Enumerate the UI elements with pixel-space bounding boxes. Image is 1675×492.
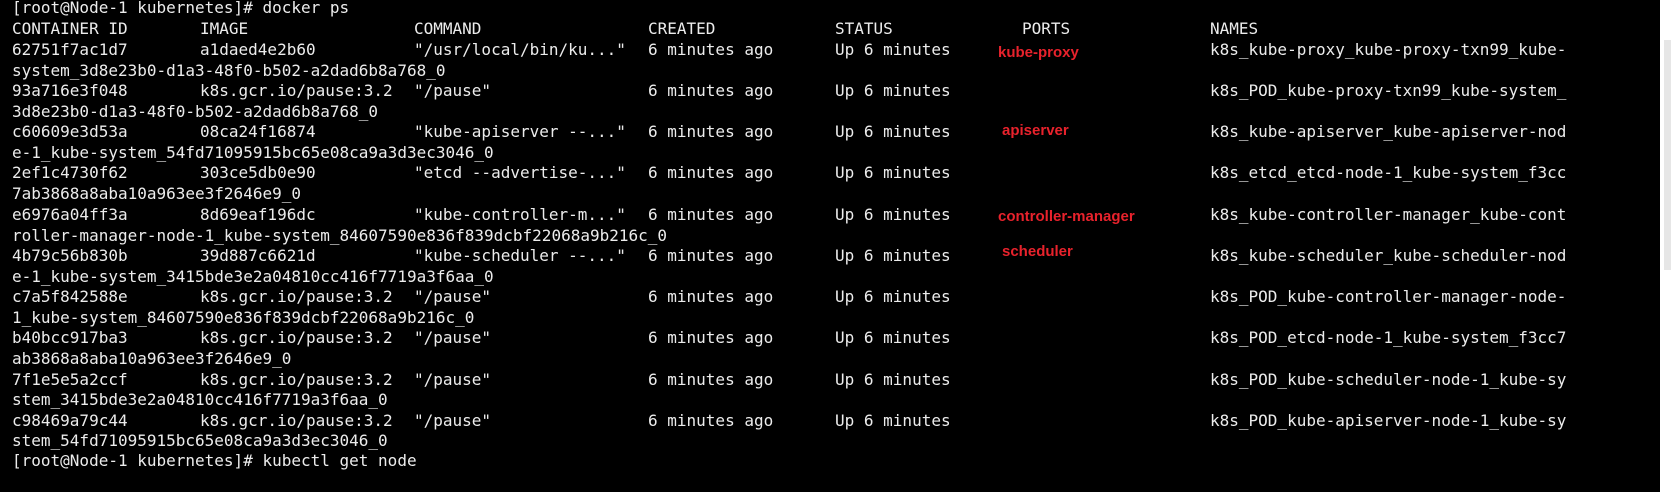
table-row: 2ef1c4730f62 303ce5db0e90 "etcd --advert… — [12, 162, 1566, 184]
container-id: 93a716e3f048 — [12, 81, 128, 100]
row-wrap-line: 7ab3868a8aba10a963ee3f2646e9_0 — [12, 184, 301, 203]
container-id: 7f1e5e5a2ccf — [12, 370, 128, 389]
image-name: 303ce5db0e90 — [200, 163, 316, 182]
image-name: a1daed4e2b60 — [200, 40, 316, 59]
container-name: k8s_kube-apiserver_kube-apiserver-nod — [1210, 122, 1567, 141]
command-text: "/pause" — [414, 287, 492, 306]
status-text: Up 6 minutes — [835, 122, 951, 141]
status-text: Up 6 minutes — [835, 287, 951, 306]
row-wrap-line: system_3d8e23b0-d1a3-48f0-b502-a2dad6b8a… — [12, 61, 446, 80]
table-row: 4b79c56b830b 39d887c6621d "kube-schedule… — [12, 245, 1566, 267]
created-text: 6 minutes ago — [648, 40, 774, 59]
container-name: k8s_POD_kube-controller-manager-node- — [1210, 287, 1567, 306]
status-text: Up 6 minutes — [835, 328, 951, 347]
container-name: k8s_kube-controller-manager_kube-cont — [1210, 205, 1567, 224]
command-text: "kube-apiserver --..." — [414, 122, 626, 141]
status-text: Up 6 minutes — [835, 40, 951, 59]
image-name: 39d887c6621d — [200, 246, 316, 265]
image-name: 08ca24f16874 — [200, 122, 316, 141]
container-name: k8s_kube-proxy_kube-proxy-txn99_kube- — [1210, 40, 1567, 59]
status-text: Up 6 minutes — [835, 81, 951, 100]
container-name: k8s_POD_etcd-node-1_kube-system_f3cc7 — [1210, 328, 1567, 347]
table-row: e6976a04ff3a 8d69eaf196dc "kube-controll… — [12, 204, 1566, 226]
table-row: b40bcc917ba3 k8s.gcr.io/pause:3.2 "/paus… — [12, 327, 1566, 349]
command-text: "/pause" — [414, 370, 492, 389]
status-text: Up 6 minutes — [835, 246, 951, 265]
container-id: 62751f7ac1d7 — [12, 40, 128, 59]
prompt-line: [root@Node-1 kubernetes]# docker ps — [12, 0, 350, 17]
image-name: k8s.gcr.io/pause:3.2 — [200, 287, 393, 306]
image-name: 8d69eaf196dc — [200, 205, 316, 224]
row-wrap-line: stem_3415bde3e2a04810cc416f7719a3f6aa_0 — [12, 390, 388, 409]
table-header: CONTAINER ID IMAGE COMMAND CREATED STATU… — [12, 18, 1258, 40]
container-name: k8s_etcd_etcd-node-1_kube-system_f3cc — [1210, 163, 1567, 182]
container-name: k8s_kube-scheduler_kube-scheduler-nod — [1210, 246, 1567, 265]
header-status: STATUS — [835, 19, 893, 38]
status-text: Up 6 minutes — [835, 411, 951, 430]
header-created: CREATED — [648, 19, 716, 38]
status-text: Up 6 minutes — [835, 163, 951, 182]
table-row: c60609e3d53a 08ca24f16874 "kube-apiserve… — [12, 121, 1566, 143]
table-row: 7f1e5e5a2ccf k8s.gcr.io/pause:3.2 "/paus… — [12, 369, 1566, 391]
command-text: "/usr/local/bin/ku..." — [414, 40, 626, 59]
command-text: "kube-controller-m..." — [414, 205, 626, 224]
image-name: k8s.gcr.io/pause:3.2 — [200, 81, 393, 100]
image-name: k8s.gcr.io/pause:3.2 — [200, 370, 393, 389]
status-text: Up 6 minutes — [835, 205, 951, 224]
image-name: k8s.gcr.io/pause:3.2 — [200, 328, 393, 347]
row-wrap-line: e-1_kube-system_54fd71095915bc65e08ca9a3… — [12, 143, 494, 162]
command-text: "kube-scheduler --..." — [414, 246, 626, 265]
container-name: k8s_POD_kube-scheduler-node-1_kube-sy — [1210, 370, 1567, 389]
header-names: NAMES — [1210, 19, 1259, 38]
container-id: b40bcc917ba3 — [12, 328, 128, 347]
status-text: Up 6 minutes — [835, 370, 951, 389]
next-prompt-line: [root@Node-1 kubernetes]# kubectl get no… — [12, 451, 417, 470]
container-id: 4b79c56b830b — [12, 246, 128, 265]
created-text: 6 minutes ago — [648, 122, 774, 141]
terminal-window[interactable]: [root@Node-1 kubernetes]# docker ps CONT… — [0, 0, 1675, 492]
created-text: 6 minutes ago — [648, 328, 774, 347]
row-wrap-line: 3d8e23b0-d1a3-48f0-b502-a2dad6b8a768_0 — [12, 102, 379, 121]
container-id: c60609e3d53a — [12, 122, 128, 141]
container-id: 2ef1c4730f62 — [12, 163, 128, 182]
scrollbar-thumb[interactable] — [1664, 40, 1671, 270]
created-text: 6 minutes ago — [648, 287, 774, 306]
created-text: 6 minutes ago — [648, 205, 774, 224]
container-id: c7a5f842588e — [12, 287, 128, 306]
header-ports: PORTS — [1022, 19, 1071, 38]
row-wrap-line: 1_kube-system_84607590e836f839dcbf22068a… — [12, 308, 475, 327]
annotation-scheduler: scheduler — [1002, 243, 1073, 260]
table-row: 93a716e3f048 k8s.gcr.io/pause:3.2 "/paus… — [12, 80, 1566, 102]
row-wrap-line: ab3868a8aba10a963ee3f2646e9_0 — [12, 349, 292, 368]
command-text: "/pause" — [414, 81, 492, 100]
row-wrap-line: stem_54fd71095915bc65e08ca9a3d3ec3046_0 — [12, 431, 388, 450]
container-id: e6976a04ff3a — [12, 205, 128, 224]
container-name: k8s_POD_kube-proxy-txn99_kube-system_ — [1210, 81, 1567, 100]
header-command: COMMAND — [414, 19, 482, 38]
row-wrap-line: e-1_kube-system_3415bde3e2a04810cc416f77… — [12, 267, 494, 286]
container-id: c98469a79c44 — [12, 411, 128, 430]
annotation-controller-manager: controller-manager — [998, 208, 1135, 225]
created-text: 6 minutes ago — [648, 370, 774, 389]
created-text: 6 minutes ago — [648, 411, 774, 430]
container-name: k8s_POD_kube-apiserver-node-1_kube-sy — [1210, 411, 1567, 430]
command-text: "etcd --advertise-..." — [414, 163, 626, 182]
created-text: 6 minutes ago — [648, 246, 774, 265]
header-image: IMAGE — [200, 19, 249, 38]
annotation-kube-proxy: kube-proxy — [998, 44, 1079, 61]
table-row: c7a5f842588e k8s.gcr.io/pause:3.2 "/paus… — [12, 286, 1566, 308]
image-name: k8s.gcr.io/pause:3.2 — [200, 411, 393, 430]
header-container-id: CONTAINER ID — [12, 19, 128, 38]
command-text: "/pause" — [414, 411, 492, 430]
table-row: 62751f7ac1d7 a1daed4e2b60 "/usr/local/bi… — [12, 39, 1566, 61]
created-text: 6 minutes ago — [648, 163, 774, 182]
command-text: "/pause" — [414, 328, 492, 347]
annotation-apiserver: apiserver — [1002, 122, 1069, 139]
row-wrap-line: roller-manager-node-1_kube-system_846075… — [12, 226, 668, 245]
created-text: 6 minutes ago — [648, 81, 774, 100]
table-row: c98469a79c44 k8s.gcr.io/pause:3.2 "/paus… — [12, 410, 1566, 432]
